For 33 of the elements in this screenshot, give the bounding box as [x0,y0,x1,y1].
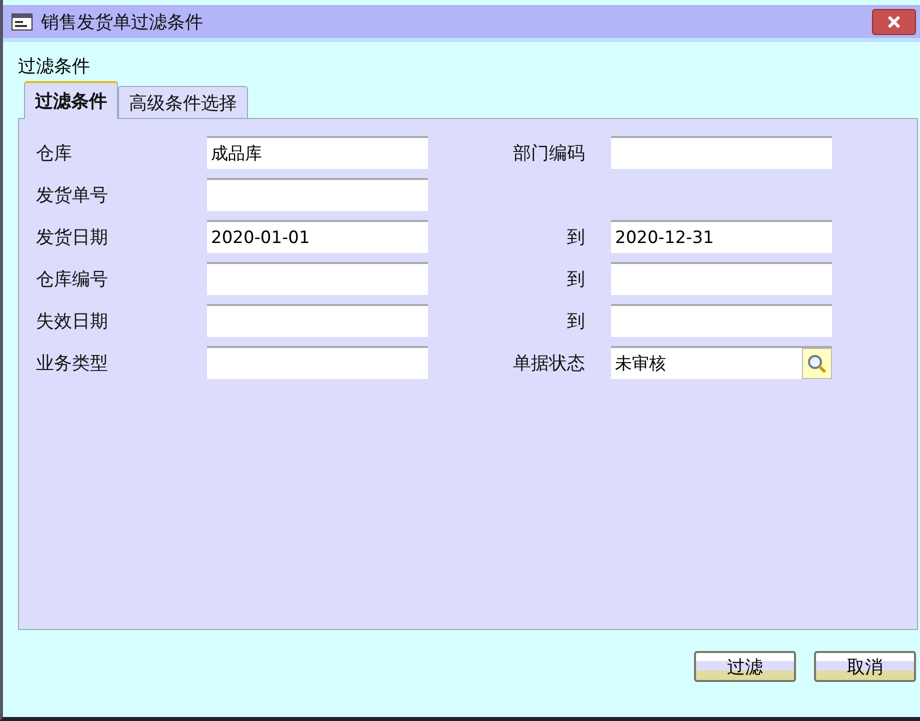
dialog-button[interactable]: 取消 [814,651,916,682]
field-label: 到 [566,226,586,248]
input-field[interactable]: 成品库 [207,136,428,169]
window-title: 销售发货单过滤条件 [41,10,203,34]
dialog-button[interactable]: 过滤 [694,651,796,682]
close-icon [887,16,901,28]
search-button[interactable] [802,348,832,379]
tab[interactable]: 过滤条件 [24,81,118,119]
input-field[interactable] [611,136,832,169]
field-label: 仓库 [36,142,73,164]
field-label: 发货日期 [36,226,109,248]
field-label: 到 [566,268,586,290]
window-icon [11,12,33,30]
tab[interactable]: 高级条件选择 [118,86,248,118]
field-label: 发货单号 [36,184,109,206]
input-field[interactable] [611,304,832,337]
field-label: 部门编码 [512,142,586,164]
search-icon [806,352,828,374]
input-field[interactable] [207,346,428,379]
input-field[interactable]: 2020-01-01 [207,220,428,253]
field-label: 失效日期 [36,310,109,332]
input-field[interactable] [207,178,428,211]
field-label: 到 [566,310,586,332]
field-label: 业务类型 [36,352,109,374]
input-field[interactable] [207,304,428,337]
input-field[interactable] [611,262,832,295]
close-button[interactable] [872,8,916,34]
section-label: 过滤条件 [18,55,91,78]
field-label: 仓库编号 [36,268,109,290]
field-label: 单据状态 [512,352,586,374]
input-field[interactable]: 2020-12-31 [611,220,832,253]
input-field[interactable] [207,262,428,295]
input-field[interactable]: 未审核 [611,346,832,379]
